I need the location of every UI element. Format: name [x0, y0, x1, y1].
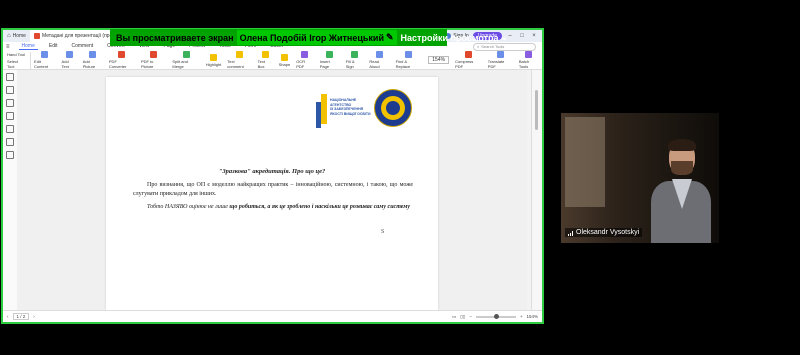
- pdf-converter-icon: [118, 51, 126, 58]
- pdf-converter-tool[interactable]: PDF Converter: [106, 51, 138, 69]
- hand-tool-button[interactable]: Hand Tool: [7, 52, 26, 57]
- next-page-icon[interactable]: ›: [33, 314, 35, 319]
- read-aloud-tool[interactable]: Read Aloud: [366, 51, 392, 69]
- text-comment-icon: [235, 51, 243, 58]
- translate-pdf-tool[interactable]: Translate PDF: [485, 51, 516, 69]
- zoom-in-icon[interactable]: +: [520, 314, 523, 319]
- naqa-logo: НАЦІОНАЛЬНЕ АГЕНТСТВО ІЗ ЗАБЕЗПЕЧЕННЯ ЯК…: [316, 92, 371, 130]
- zoom-level-select[interactable]: 154%: [428, 56, 450, 64]
- view-options-button[interactable]: Настройки просмотра ⌄: [401, 32, 509, 43]
- text-box-tool[interactable]: Text Box: [255, 51, 276, 69]
- chevron-down-icon: ⌄: [500, 32, 509, 42]
- comments-icon[interactable]: [6, 99, 14, 107]
- compress-icon: [464, 51, 472, 58]
- single-page-view-icon[interactable]: ▭: [452, 314, 456, 320]
- search-icon: ⌕: [477, 44, 480, 49]
- status-zoom-level: 154%: [526, 314, 538, 319]
- text-box-icon: [261, 51, 269, 58]
- fill-sign-icon: [351, 51, 359, 58]
- insert-page-tool[interactable]: Insert Page: [317, 51, 343, 69]
- home-icon: ⌂: [7, 33, 11, 39]
- left-sidebar: [3, 70, 18, 313]
- find-replace-icon: [405, 51, 413, 58]
- document-area[interactable]: НАЦІОНАЛЬНЕ АГЕНТСТВО ІЗ ЗАБЕЗПЕЧЕННЯ ЯК…: [17, 70, 527, 310]
- participant-name: Oleksandr Vysotskyi: [576, 229, 640, 236]
- batch-tools-tool[interactable]: Batch Tools: [516, 51, 542, 69]
- edit-content-icon: [41, 51, 49, 58]
- prev-page-icon[interactable]: ‹: [7, 314, 9, 319]
- highlight-tool[interactable]: Highlight: [203, 53, 225, 67]
- hamburger-menu-icon[interactable]: ≡: [3, 44, 13, 50]
- insert-page-icon: [326, 51, 334, 58]
- scrollbar-thumb[interactable]: [535, 90, 538, 130]
- text-comment-tool[interactable]: Text comment: [224, 51, 254, 69]
- add-picture-tool[interactable]: Add Picture: [80, 51, 106, 69]
- vertical-scrollbar[interactable]: [531, 70, 542, 310]
- audio-level-icon: [568, 230, 573, 236]
- participant-name-plate: Oleksandr Vysotskyi: [565, 228, 643, 237]
- participant-video-tile[interactable]: Oleksandr Vysotskyi: [561, 113, 719, 243]
- zoom-slider[interactable]: [475, 313, 516, 319]
- close-window-icon[interactable]: ×: [530, 33, 538, 39]
- ocr-icon: [301, 51, 309, 58]
- menu-edit[interactable]: Edit: [46, 43, 61, 50]
- bookmarks-icon[interactable]: [6, 86, 14, 94]
- ocr-pdf-tool[interactable]: OCR PDF: [293, 51, 317, 69]
- university-seal-logo: [374, 89, 412, 127]
- two-page-view-icon[interactable]: ▯▯: [460, 314, 465, 320]
- translate-icon: [496, 51, 504, 58]
- document-paragraph-1: Про визнання, що ОП є моделлю найкращих …: [133, 182, 413, 197]
- edit-content-tool[interactable]: Edit Content: [31, 51, 59, 69]
- highlight-icon: [210, 53, 217, 61]
- tab-home[interactable]: ⌂ Home: [3, 30, 30, 42]
- search-tools-input[interactable]: ⌕ Search Tools: [473, 42, 536, 51]
- naqa-logo-text: НАЦІОНАЛЬНЕ АГЕНТСТВО ІЗ ЗАБЕЗПЕЧЕННЯ ЯК…: [330, 98, 371, 116]
- thumbnails-icon[interactable]: [6, 73, 14, 81]
- add-text-tool[interactable]: Add Text: [59, 51, 80, 69]
- find-replace-tool[interactable]: Find & Replace: [393, 51, 426, 69]
- pdf-to-picture-tool[interactable]: PDF to Picture: [138, 51, 169, 69]
- ribbon-toolbar: Hand Tool Select Tool Edit Content Add T…: [3, 51, 542, 70]
- sharer-names: Олена Подобій Ігор Житнецький ✎: [236, 30, 397, 45]
- add-text-icon: [65, 51, 73, 58]
- participant-person: [651, 139, 711, 243]
- pin-icon[interactable]: ✎: [386, 32, 394, 43]
- signatures-icon[interactable]: [6, 138, 14, 146]
- batch-icon: [525, 51, 533, 58]
- document-paragraph-2: Тобто НАЗЯВО оцінює не лише що робиться,…: [147, 204, 411, 210]
- document-title: "Зразкова" акредитація. Про що це?: [218, 168, 326, 175]
- share-message: Вы просматриваете экран: [116, 32, 234, 43]
- compress-pdf-tool[interactable]: Compress PDF: [452, 51, 485, 69]
- split-merge-icon: [182, 51, 190, 58]
- select-tool-button[interactable]: Select Tool: [7, 59, 26, 69]
- zoom-window: ⌂ Home Метадані для презентації (проф × …: [0, 0, 800, 355]
- pdf-file-icon: [33, 33, 40, 39]
- menu-comment[interactable]: Comment: [68, 43, 96, 50]
- text-cursor-mark: S: [381, 229, 385, 235]
- maximize-icon[interactable]: □: [518, 33, 526, 39]
- pdf-to-picture-icon: [150, 51, 158, 58]
- page-indicator[interactable]: 1 / 2: [12, 313, 30, 320]
- add-picture-icon: [89, 51, 97, 58]
- shape-tool[interactable]: Shape: [276, 53, 294, 67]
- pdf-page: НАЦІОНАЛЬНЕ АГЕНТСТВО ІЗ ЗАБЕЗПЕЧЕННЯ ЯК…: [106, 77, 438, 310]
- search-panel-icon[interactable]: [6, 125, 14, 133]
- layers-icon[interactable]: [6, 151, 14, 159]
- fill-sign-tool[interactable]: Fill & Sign: [343, 51, 367, 69]
- zoom-out-icon[interactable]: −: [469, 314, 472, 319]
- attachments-icon[interactable]: [6, 112, 14, 120]
- split-merge-tool[interactable]: Split and Merge: [169, 51, 202, 69]
- shared-screen: ⌂ Home Метадані для презентації (проф × …: [1, 28, 544, 324]
- status-bar: ‹ 1 / 2 › ▭ ▯▯ − + 154%: [3, 310, 542, 322]
- shape-icon: [280, 53, 288, 61]
- menu-home[interactable]: Home: [18, 43, 38, 50]
- ribbon-left-tools: Hand Tool Select Tool: [3, 51, 32, 69]
- read-aloud-icon: [375, 51, 383, 58]
- screen-share-banner: Вы просматриваете экран Олена Подобій Іг…: [110, 29, 508, 46]
